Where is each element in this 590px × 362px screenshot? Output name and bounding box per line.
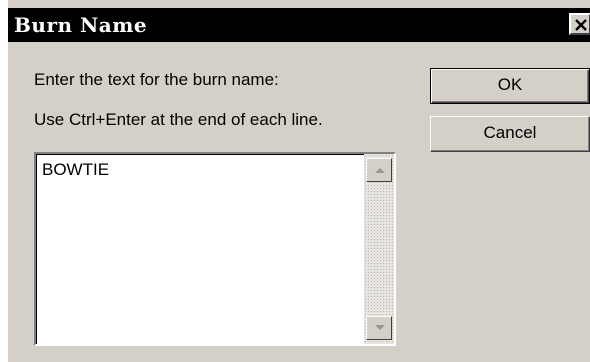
burn-name-dialog: Burn Name Enter the text for the burn na…: [0, 0, 590, 362]
instruction-label: Enter the text for the burn name:: [34, 70, 279, 89]
close-button[interactable]: [569, 13, 590, 35]
close-x-icon: [575, 19, 587, 31]
burn-name-textarea[interactable]: BOWTIE: [34, 152, 396, 346]
scroll-up-button[interactable]: [366, 158, 392, 182]
arrow-down-icon: [375, 325, 385, 330]
cancel-button[interactable]: Cancel: [430, 116, 590, 152]
ok-button[interactable]: OK: [430, 68, 590, 104]
vertical-scrollbar[interactable]: [364, 154, 394, 344]
burn-name-value: BOWTIE: [42, 160, 110, 179]
hint-label: Use Ctrl+Enter at the end of each line.: [34, 110, 323, 129]
title-bar[interactable]: Burn Name: [8, 8, 590, 42]
arrow-up-icon: [375, 168, 385, 173]
dialog-title: Burn Name: [14, 13, 148, 37]
scroll-down-button[interactable]: [366, 316, 392, 340]
